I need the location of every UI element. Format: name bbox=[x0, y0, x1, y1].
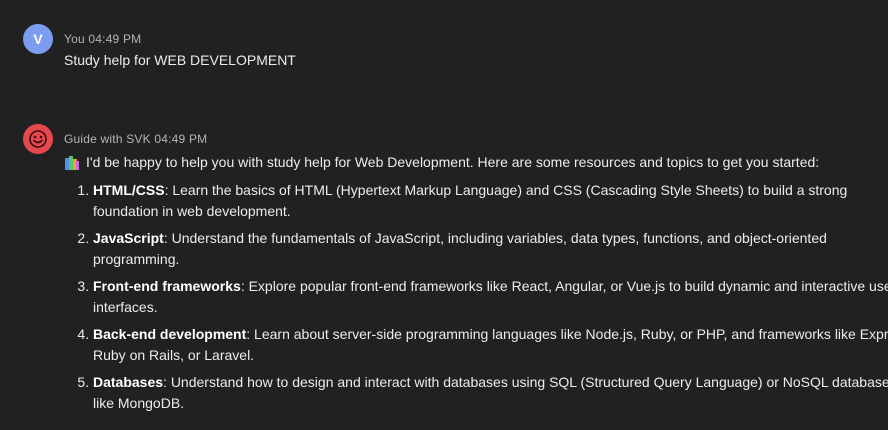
user-avatar[interactable]: V bbox=[23, 24, 53, 54]
bot-message-time: 04:49 PM bbox=[154, 132, 208, 146]
list-item-title: Front-end frameworks bbox=[93, 278, 241, 294]
bot-avatar[interactable] bbox=[23, 124, 53, 154]
list-item-title: Databases bbox=[93, 374, 164, 390]
list-item-text: : Learn the basics of HTML (Hypertext Ma… bbox=[93, 182, 848, 219]
books-icon bbox=[65, 155, 79, 170]
list-item-title: JavaScript bbox=[93, 230, 164, 246]
bot-author-name: Guide with SVK bbox=[64, 132, 151, 146]
bot-message-meta: Guide with SVK 04:49 PM bbox=[64, 132, 207, 146]
list-item: Databases: Understand how to design and … bbox=[93, 372, 888, 414]
list-item: JavaScript: Understand the fundamentals … bbox=[93, 228, 888, 270]
bot-intro-line: I'd be happy to help you with study help… bbox=[64, 152, 819, 173]
topics-list: HTML/CSS: Learn the basics of HTML (Hype… bbox=[64, 180, 888, 420]
list-item: HTML/CSS: Learn the basics of HTML (Hype… bbox=[93, 180, 888, 222]
user-message-text: Study help for WEB DEVELOPMENT bbox=[64, 52, 296, 68]
user-message-meta: You 04:49 PM bbox=[64, 32, 141, 46]
list-item-text: : Understand the fundamentals of JavaScr… bbox=[93, 230, 827, 267]
smiley-face-icon bbox=[29, 130, 47, 148]
list-item: Front-end frameworks: Explore popular fr… bbox=[93, 276, 888, 318]
user-message-time: 04:49 PM bbox=[88, 32, 142, 46]
list-item: Back-end development: Learn about server… bbox=[93, 324, 888, 366]
list-item-text: : Understand how to design and interact … bbox=[93, 374, 888, 411]
bot-intro-text: I'd be happy to help you with study help… bbox=[86, 154, 820, 170]
user-avatar-letter: V bbox=[33, 31, 43, 47]
list-item-title: Back-end development bbox=[93, 326, 247, 342]
list-item-title: HTML/CSS bbox=[93, 182, 165, 198]
user-author-name: You bbox=[64, 32, 85, 46]
chat-transcript: V You 04:49 PM Study help for WEB DEVELO… bbox=[0, 0, 888, 430]
